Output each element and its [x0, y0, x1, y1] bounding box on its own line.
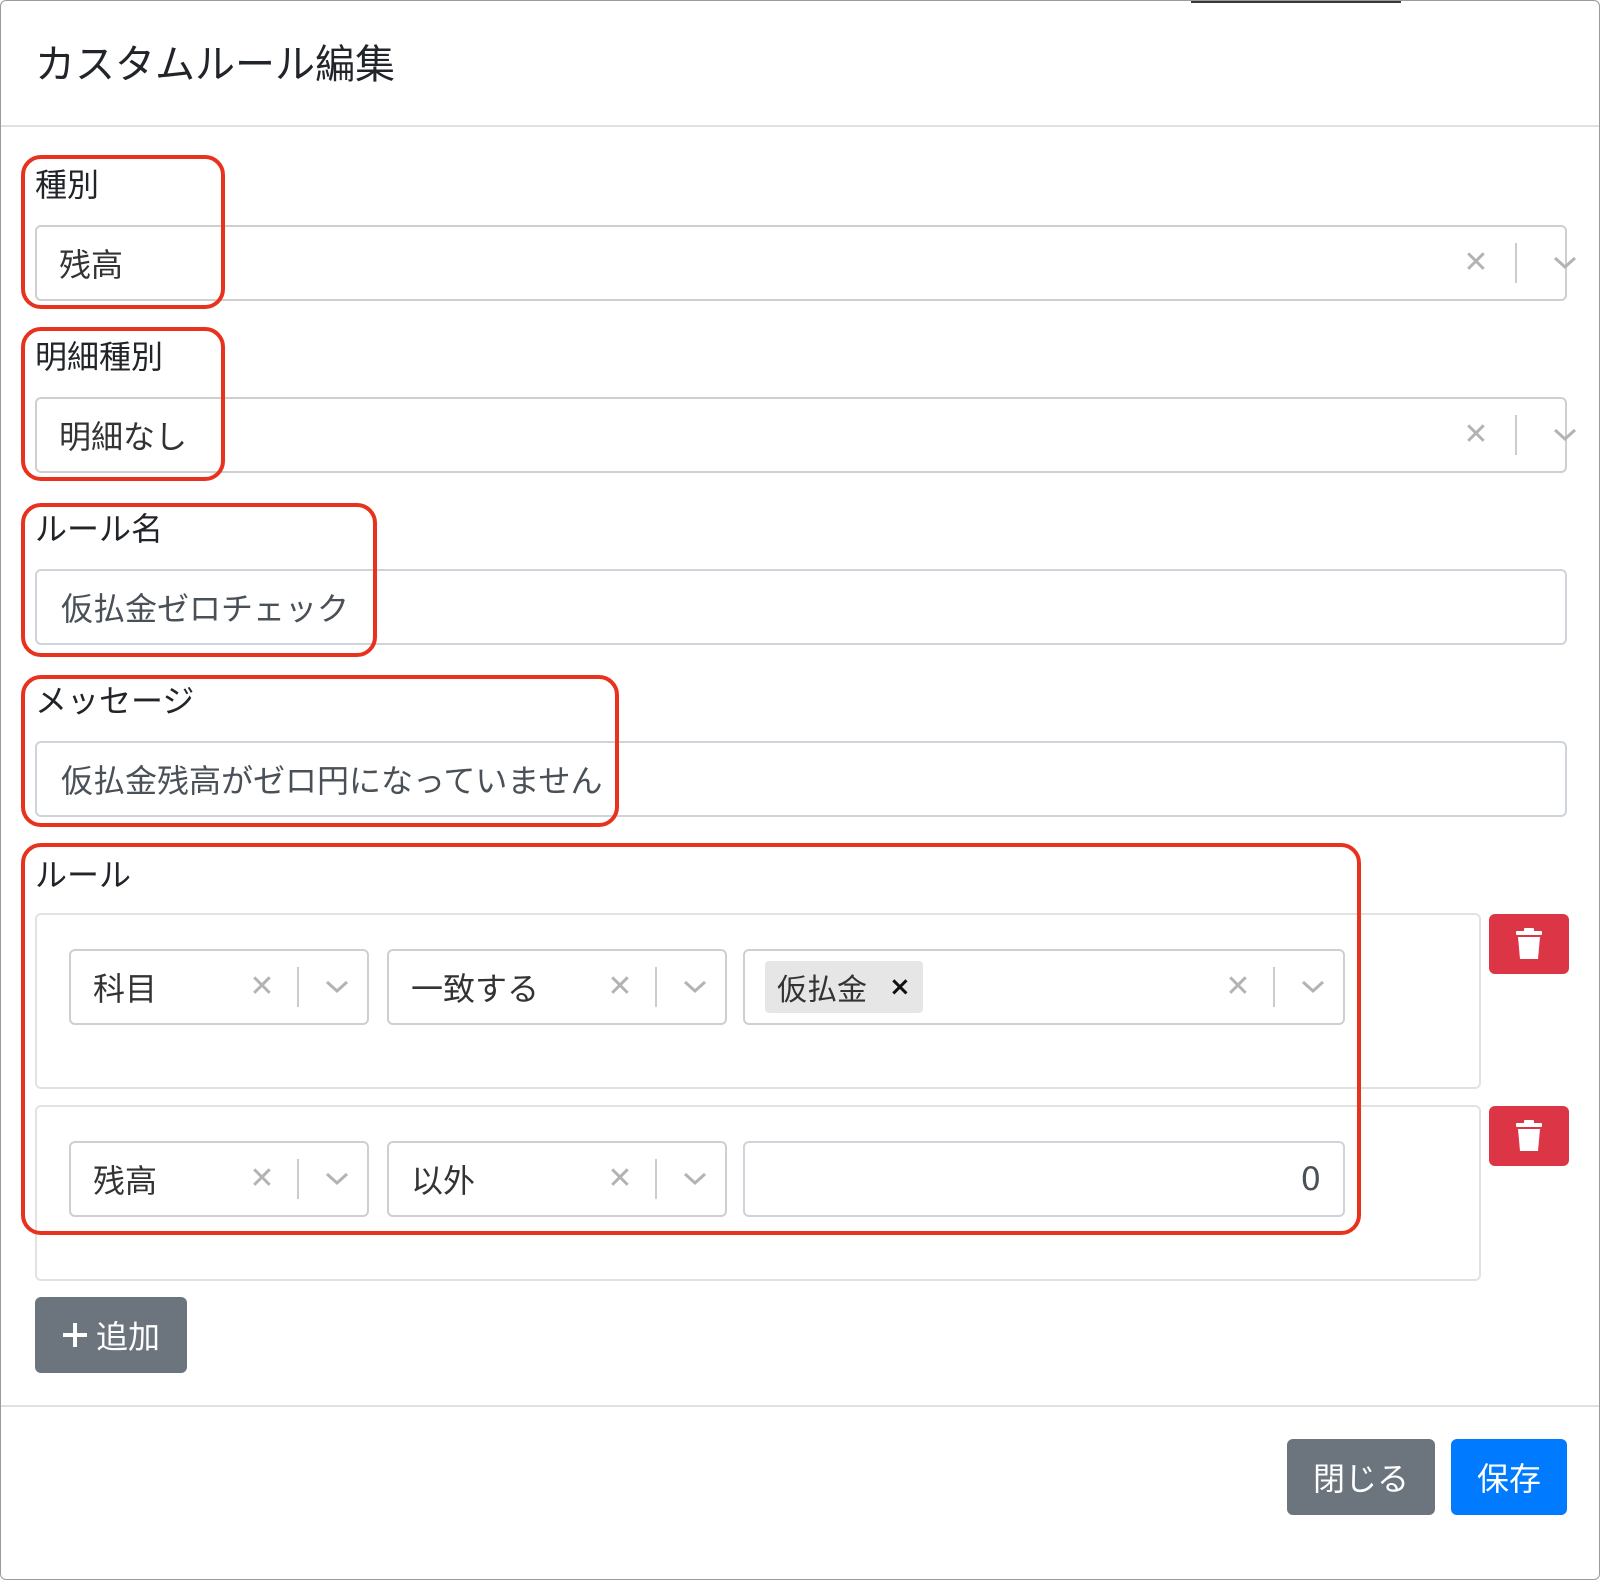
- message-label: メッセージ: [35, 682, 195, 720]
- select-separator: [297, 1159, 299, 1199]
- rule-operator-value: 以外: [411, 1162, 476, 1200]
- delete-rule-button[interactable]: [1489, 1106, 1569, 1166]
- chevron-down-icon[interactable]: [321, 977, 353, 997]
- type-select-value: 残高: [59, 246, 124, 284]
- modal-header: カスタムルール編集: [1, 1, 1599, 127]
- detail-type-select[interactable]: 明細なし ✕: [35, 397, 1577, 473]
- custom-rule-edit-modal: カスタムルール編集 種別 残高 ✕ 明細種別 明細なし ✕ ルール名 仮払金ゼロ…: [0, 0, 1600, 1580]
- chevron-down-icon[interactable]: [1549, 425, 1581, 445]
- select-separator: [1515, 415, 1517, 455]
- clear-icon[interactable]: ✕: [1461, 420, 1491, 450]
- close-button[interactable]: 閉じる: [1287, 1439, 1435, 1515]
- trash-icon: [1516, 928, 1542, 959]
- type-label: 種別: [35, 166, 100, 204]
- rule-field-select[interactable]: 残高 ✕: [69, 1141, 369, 1217]
- select-separator: [297, 967, 299, 1007]
- rule-row: 残高 ✕ 以外 ✕ 0: [35, 1105, 1481, 1281]
- select-separator: [1273, 967, 1275, 1007]
- save-label: 保存: [1476, 1460, 1541, 1498]
- trash-icon: [1516, 1120, 1542, 1151]
- rule-number-value: 0: [1300, 1160, 1321, 1198]
- chevron-down-icon[interactable]: [679, 977, 711, 997]
- rule-field-value: 残高: [93, 1162, 158, 1200]
- rule-name-input-value: 仮払金ゼロチェック: [61, 590, 350, 628]
- chevron-down-icon[interactable]: [1549, 253, 1581, 273]
- clear-icon[interactable]: ✕: [247, 972, 277, 1002]
- clear-icon[interactable]: ✕: [605, 1164, 635, 1194]
- type-select[interactable]: 残高 ✕: [35, 225, 1577, 301]
- save-button[interactable]: 保存: [1451, 1439, 1567, 1515]
- clear-icon[interactable]: ✕: [1461, 248, 1491, 278]
- rule-row: 科目 ✕ 一致する ✕ 仮払金 × ✕: [35, 913, 1481, 1089]
- rule-field-value: 科目: [93, 970, 158, 1008]
- detail-type-select-value: 明細なし: [59, 418, 188, 456]
- rule-operator-select[interactable]: 一致する ✕: [387, 949, 727, 1025]
- rule-operator-value: 一致する: [411, 970, 540, 1008]
- select-separator: [655, 1159, 657, 1199]
- modal-title: カスタムルール編集: [35, 42, 395, 88]
- rule-value-multiselect[interactable]: 仮払金 × ✕: [743, 949, 1345, 1025]
- rule-value-number-input[interactable]: 0: [743, 1141, 1345, 1217]
- clear-icon[interactable]: ✕: [605, 972, 635, 1002]
- message-input[interactable]: 仮払金残高がゼロ円になっていません: [35, 741, 1567, 817]
- tag-label: 仮払金: [777, 973, 867, 1008]
- tag-remove-icon[interactable]: ×: [889, 974, 911, 1000]
- select-separator: [655, 967, 657, 1007]
- message-input-value: 仮払金残高がゼロ円になっていません: [61, 762, 603, 800]
- add-rule-button[interactable]: 追加: [35, 1297, 187, 1373]
- close-label: 閉じる: [1312, 1460, 1409, 1498]
- chevron-down-icon[interactable]: [321, 1169, 353, 1189]
- chevron-down-icon[interactable]: [1297, 977, 1329, 997]
- rule-operator-select[interactable]: 以外 ✕: [387, 1141, 727, 1217]
- selected-tag: 仮払金 ×: [765, 961, 923, 1013]
- clear-icon[interactable]: ✕: [247, 1164, 277, 1194]
- rule-name-input[interactable]: 仮払金ゼロチェック: [35, 569, 1567, 645]
- select-separator: [1515, 243, 1517, 283]
- rule-name-label: ルール名: [35, 510, 164, 548]
- add-rule-label: 追加: [95, 1318, 160, 1356]
- detail-type-label: 明細種別: [35, 338, 164, 376]
- delete-rule-button[interactable]: [1489, 914, 1569, 974]
- rule-field-select[interactable]: 科目 ✕: [69, 949, 369, 1025]
- clear-icon[interactable]: ✕: [1223, 972, 1253, 1002]
- plus-icon: [62, 1323, 87, 1347]
- modal-footer-divider: [1, 1405, 1599, 1407]
- chevron-down-icon[interactable]: [679, 1169, 711, 1189]
- rules-label: ルール: [35, 856, 132, 894]
